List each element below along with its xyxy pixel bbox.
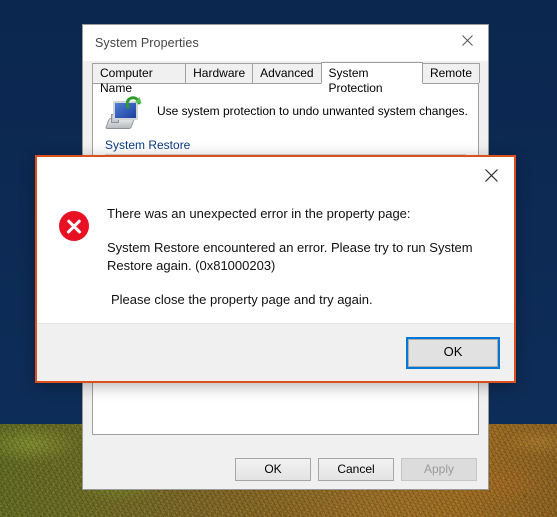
error-dialog-content: There was an unexpected error in the pro… (37, 193, 514, 309)
ok-button[interactable]: OK (235, 458, 311, 481)
error-dialog-footer: OK (37, 323, 514, 381)
pane-header: Use system protection to undo unwanted s… (93, 84, 478, 132)
desktop: System Properties Computer Name Hardware… (0, 0, 557, 517)
tab-strip: Computer Name Hardware Advanced System P… (92, 61, 480, 95)
window-title: System Properties (95, 36, 199, 50)
close-icon[interactable] (446, 25, 488, 55)
error-message-block: There was an unexpected error in the pro… (107, 205, 487, 309)
cancel-button[interactable]: Cancel (318, 458, 394, 481)
tab-computer-name[interactable]: Computer Name (92, 63, 187, 95)
error-line-2: System Restore encountered an error. Ple… (107, 240, 473, 273)
tab-hardware[interactable]: Hardware (185, 63, 254, 83)
error-dialog: There was an unexpected error in the pro… (35, 155, 516, 383)
error-line-3: Please close the property page and try a… (111, 292, 373, 307)
system-properties-titlebar: System Properties (83, 25, 488, 61)
system-properties-footer: OK Cancel Apply (83, 458, 488, 481)
close-icon[interactable] (474, 162, 508, 188)
error-dialog-titlebar (37, 157, 514, 193)
error-ok-button[interactable]: OK (406, 336, 500, 369)
group-title: System Restore (105, 138, 191, 152)
error-circle-x-icon (59, 211, 89, 241)
apply-button[interactable]: Apply (401, 458, 477, 481)
tab-advanced[interactable]: Advanced (252, 63, 322, 83)
error-line-1: There was an unexpected error in the pro… (107, 206, 411, 221)
tab-remote[interactable]: Remote (421, 63, 480, 83)
tab-system-protection[interactable]: System Protection (320, 62, 423, 95)
system-protection-monitor-icon (104, 96, 143, 132)
pane-header-text: Use system protection to undo unwanted s… (157, 104, 468, 118)
